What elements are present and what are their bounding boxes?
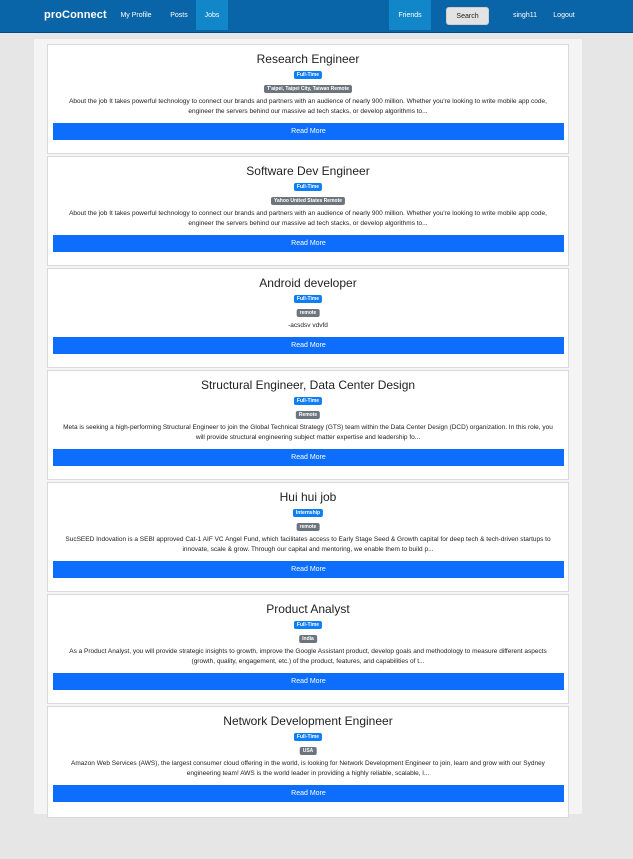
job-location-badge: Yahoo United States Remote [270,197,346,205]
top-navbar: proConnect My Profile Posts Jobs Friends… [0,0,633,33]
job-location-badge: Remote [295,411,321,419]
read-more-button[interactable]: Read More [53,561,564,578]
read-more-button[interactable]: Read More [53,337,564,354]
job-card: Research Engineer Full-Time T'aipei, Tai… [47,44,569,154]
job-description: -acsdsv vdvfd [288,322,328,329]
job-title: Research Engineer [256,52,360,66]
job-location-badge: USA [299,747,317,755]
job-type-badge: Full-Time [293,733,323,741]
navbar-inner: proConnect My Profile Posts Jobs Friends… [34,0,577,32]
read-more-button[interactable]: Read More [53,449,564,466]
job-location-badge: remote [296,523,320,531]
job-type-badge: Full-Time [293,397,323,405]
job-description: As a Product Analyst, you will provide s… [69,648,547,665]
nav-friends[interactable]: Friends [389,0,431,30]
job-card: Hui hui job Internship remote SucSEED In… [47,482,569,592]
job-type-badge: Full-Time [293,183,323,191]
job-title: Android developer [259,276,357,290]
read-more-button[interactable]: Read More [53,235,564,252]
job-title: Product Analyst [266,602,350,616]
job-card: Structural Engineer, Data Center Design … [47,370,569,480]
job-type-badge: Full-Time [293,71,323,79]
read-more-button[interactable]: Read More [53,785,564,802]
nav-my-profile[interactable]: My Profile [116,0,156,30]
job-location-badge: India [299,635,317,643]
job-location-badge: remote [296,309,320,317]
read-more-button[interactable]: Read More [53,673,564,690]
job-description: About the job It takes powerful technolo… [69,210,547,227]
nav-jobs[interactable]: Jobs [196,0,228,30]
nav-posts[interactable]: Posts [164,0,194,30]
search-button[interactable]: Search [446,7,489,25]
job-card: Android developer Full-Time remote -acsd… [47,268,569,368]
job-description: Meta is seeking a high-performing Struct… [63,424,553,441]
job-title: Network Development Engineer [223,714,393,728]
job-type-badge: Full-Time [293,621,323,629]
nav-username[interactable]: singh11 [506,0,544,30]
job-description: SucSEED Indovation is a SEBI approved Ca… [65,536,551,553]
brand-logo[interactable]: proConnect [44,9,107,21]
job-description: Amazon Web Services (AWS), the largest c… [71,760,545,777]
job-type-badge: Full-Time [293,295,323,303]
job-location-badge: T'aipei, Taipei City, Taiwan Remote [263,85,353,93]
job-type-badge: Internship [292,509,324,517]
job-card: Network Development Engineer Full-Time U… [47,706,569,818]
job-title: Software Dev Engineer [246,164,370,178]
jobs-container: Research Engineer Full-Time T'aipei, Tai… [34,39,582,818]
job-title: Hui hui job [279,490,337,504]
read-more-button[interactable]: Read More [53,123,564,140]
job-title: Structural Engineer, Data Center Design [200,378,416,392]
job-description: About the job It takes powerful technolo… [69,98,547,115]
logout-button[interactable]: Logout [547,0,581,30]
job-card: Product Analyst Full-Time India As a Pro… [47,594,569,704]
job-card: Software Dev Engineer Full-Time Yahoo Un… [47,156,569,266]
